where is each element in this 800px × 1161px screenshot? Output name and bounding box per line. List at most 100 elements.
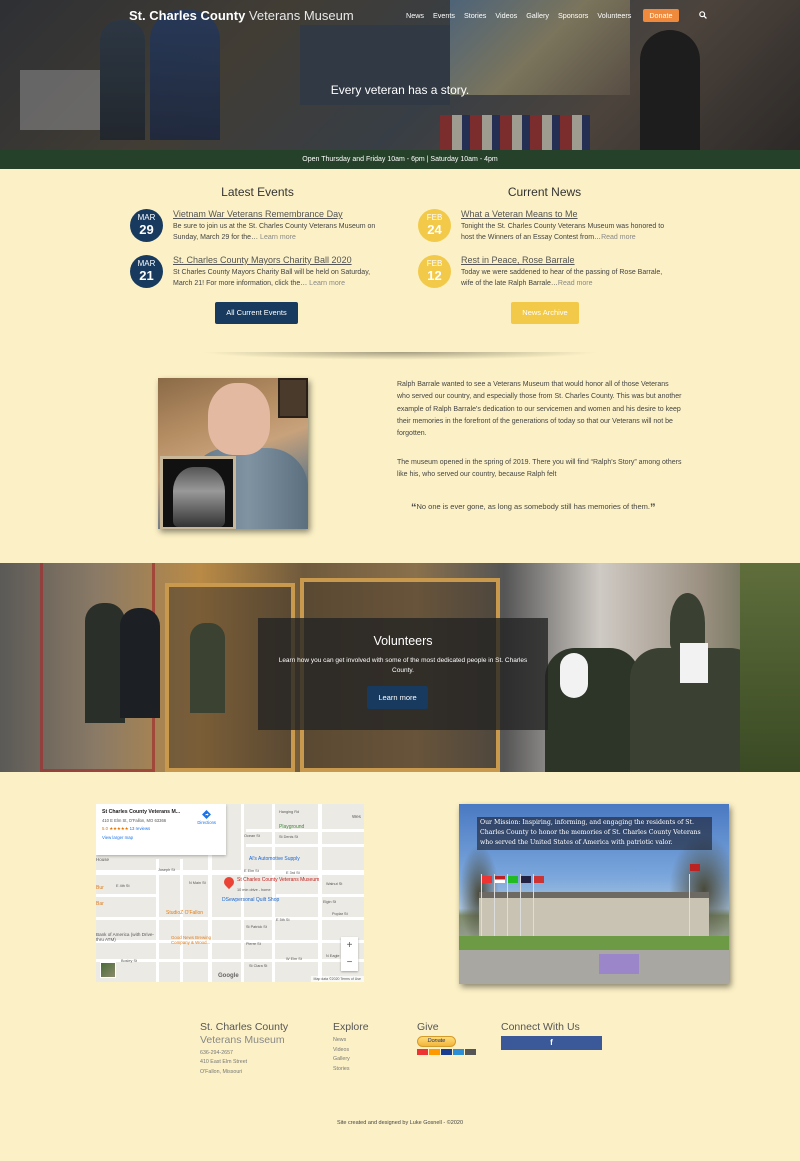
map-label-poplar: Poplar St [332, 912, 348, 916]
map-label-studio: StudioZ O'Fallon [166, 910, 204, 916]
reviews-link[interactable]: 13 reviews [130, 826, 151, 831]
nav-item-stories[interactable]: Stories [464, 11, 486, 20]
event-item[interactable]: MAR 21 St. Charles County Mayors Charity… [130, 255, 380, 290]
map-label-house: House [96, 857, 110, 862]
search-icon[interactable] [698, 10, 707, 21]
zoom-in-button[interactable]: + [341, 937, 358, 954]
date-badge: MAR 29 [130, 209, 163, 242]
map-marker-icon[interactable] [221, 874, 237, 890]
mission-photo: Our Mission: Inspiring, informing, and e… [459, 804, 729, 984]
news-title-link[interactable]: What a Veteran Means to Me [461, 209, 668, 219]
learn-more-link[interactable]: Learn more [309, 280, 345, 287]
map-label-quilt: DSewpersonal Quilt Shop [222, 897, 280, 903]
footer-org-sub: Veterans Museum [200, 1034, 285, 1046]
facebook-icon: f [550, 1038, 553, 1047]
map-attribution[interactable]: Map data ©2020 Terms of Use [310, 976, 364, 982]
date-month: FEB [426, 213, 443, 222]
news-excerpt: Tonight the St. Charles County Veterans … [461, 222, 668, 244]
learn-more-button[interactable]: Learn more [367, 686, 428, 709]
view-larger-map-link[interactable]: View larger map [102, 835, 220, 840]
date-month: MAR [137, 213, 156, 222]
date-badge: FEB 24 [418, 209, 451, 242]
nav-item-gallery[interactable]: Gallery [526, 11, 549, 20]
rating-stars: ★★★★★ [109, 826, 129, 831]
news-item[interactable]: FEB 12 Rest in Peace, Rose Barrale Today… [418, 255, 668, 290]
footer-org-name: St. Charles County [200, 1021, 289, 1033]
footer-contact: St. Charles County Veterans Museum 636-2… [200, 1021, 288, 1075]
site-brand[interactable]: St. Charles County Veterans Museum [129, 8, 354, 23]
map-label-fourth: E 4th St [116, 884, 130, 888]
footer-street: 410 East Elm Street [200, 1059, 248, 1065]
directions-button[interactable]: Directions [197, 810, 216, 825]
footer-city: O'Fallon, Missouri [200, 1068, 243, 1075]
map-label-north: W Elm St [286, 957, 302, 961]
map-label-playground: Playground [279, 824, 305, 830]
main-nav: News Events Stories Videos Gallery Spons… [406, 9, 707, 22]
map-label-bur: Bur [96, 885, 104, 891]
zoom-out-button[interactable]: − [341, 954, 358, 971]
event-title-link[interactable]: St. Charles County Mayors Charity Ball 2… [173, 255, 380, 265]
news-title-link[interactable]: Rest in Peace, Rose Barrale [461, 255, 668, 265]
date-month: FEB [426, 259, 443, 268]
event-excerpt: St Charles County Mayors Charity Ball wi… [173, 268, 380, 290]
footer-give: Give [417, 1021, 439, 1033]
date-day: 29 [139, 222, 154, 237]
nav-item-volunteers[interactable]: Volunteers [597, 11, 631, 20]
mission-statement: Our Mission: Inspiring, informing, and e… [477, 817, 712, 850]
site-credit: Site created and designed by Luke Gosnel… [0, 1120, 800, 1126]
nav-item-sponsors[interactable]: Sponsors [558, 11, 588, 20]
read-more-link[interactable]: Read more [558, 280, 593, 287]
connect-heading: Connect With Us [501, 1021, 580, 1033]
nav-item-news[interactable]: News [406, 11, 424, 20]
hours-bar: Open Thursday and Friday 10am - 6pm | Sa… [0, 150, 800, 169]
credit-suffix: - ©2020 [443, 1120, 464, 1126]
credit-author-link[interactable]: Luke Gosnell [410, 1120, 442, 1126]
event-item[interactable]: MAR 29 Vietnam War Veterans Remembrance … [130, 209, 380, 244]
volunteers-card: Volunteers Learn how you can get involve… [258, 618, 548, 730]
ralph-barrale-photo [158, 378, 308, 529]
footer-link-videos[interactable]: Videos [333, 1047, 369, 1053]
map-label-third: E 3rd St [286, 871, 300, 875]
nav-item-events[interactable]: Events [433, 11, 455, 20]
give-heading: Give [417, 1021, 439, 1033]
read-more-link[interactable]: Read more [601, 234, 636, 241]
facebook-button[interactable]: f [501, 1036, 602, 1050]
map-label-bank: Bank of America (with Drive-thru ATM) [96, 932, 154, 942]
map-label-westfield: Wes [352, 814, 361, 819]
footer-connect: Connect With Us [501, 1021, 580, 1033]
learn-more-link[interactable]: Learn more [260, 234, 296, 241]
brand-bold: St. Charles County [129, 8, 246, 23]
news-heading: Current News [507, 185, 582, 199]
directions-icon [202, 810, 212, 819]
volunteers-text: Learn how you can get involved with some… [278, 657, 528, 675]
map-label-stdenis: St Denis St [279, 835, 298, 839]
map-label-main: N Main St [189, 881, 206, 885]
about-paragraph-2: The museum opened in the spring of 2019.… [397, 459, 682, 479]
event-title-link[interactable]: Vietnam War Veterans Remembrance Day [173, 209, 380, 219]
footer-link-stories[interactable]: Stories [333, 1066, 369, 1072]
map-label-joseph: Joseph St [158, 868, 175, 872]
event-excerpt: Be sure to join us at the St. Charles Co… [173, 222, 380, 244]
map-label-fifth: E 5th St [276, 918, 290, 922]
donate-button[interactable]: Donate [643, 9, 679, 22]
map-label-bar: Bar [96, 901, 104, 907]
satellite-toggle[interactable] [100, 962, 116, 978]
map-label-elgin: Elgin St [323, 900, 337, 904]
google-map[interactable]: St Charles County Veterans M... 410 E El… [96, 804, 364, 982]
footer-explore: Explore News Videos Gallery Stories [333, 1021, 369, 1072]
news-item[interactable]: FEB 24 What a Veteran Means to Me Tonigh… [418, 209, 668, 244]
google-logo: Google [218, 973, 239, 979]
all-events-button[interactable]: All Current Events [215, 302, 298, 324]
map-label-ocean: Ocean St [244, 834, 260, 838]
map-label-bogey: Bosley St [121, 959, 138, 963]
date-day: 24 [427, 222, 442, 237]
rating-value: 5.0 [102, 826, 108, 831]
map-label-elm: E Elm St [244, 869, 259, 873]
news-archive-button[interactable]: News Archive [511, 302, 579, 324]
footer-link-news[interactable]: News [333, 1037, 369, 1043]
nav-item-videos[interactable]: Videos [495, 11, 517, 20]
footer-link-gallery[interactable]: Gallery [333, 1056, 369, 1062]
footer-phone[interactable]: 636-294-2657 [200, 1050, 288, 1056]
paypal-donate-button[interactable]: Donate [417, 1036, 456, 1047]
ralph-quote: “No one is ever gone, as long as somebod… [411, 502, 656, 514]
